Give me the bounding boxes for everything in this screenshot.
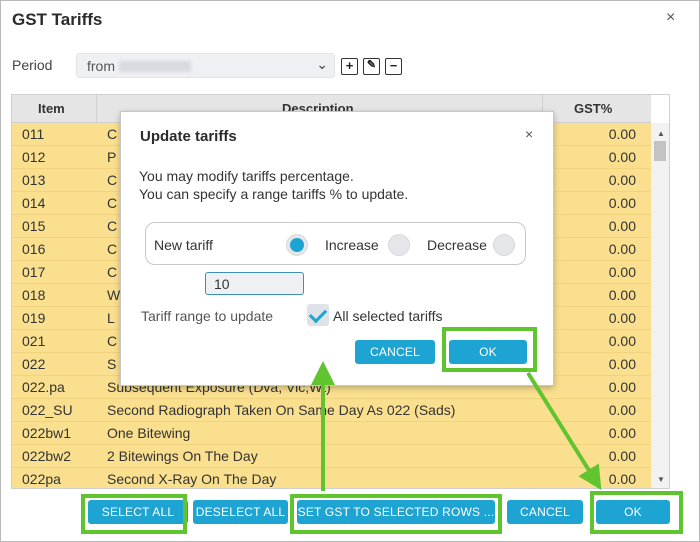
remove-icon[interactable]: − [385,58,402,75]
row-item-cell: 022.pa [22,379,65,395]
row-item-cell: 014 [22,195,46,211]
option-decrease-label: Decrease [427,237,487,253]
chevron-down-icon: ⌄ [316,56,328,72]
row-item-cell: 012 [22,149,46,165]
period-select[interactable]: from ⌄ [76,53,335,78]
radio-increase[interactable] [388,234,410,256]
dialog-description-2: You can specify a range tariffs % to upd… [139,186,409,202]
table-row[interactable]: 022bw1 One Bitewing 0.00 [12,422,651,445]
edit-icon[interactable]: ✎ [363,58,380,75]
row-gst-cell: 0.00 [608,172,636,188]
row-gst-cell: 0.00 [608,310,636,326]
row-description-cell: Second X-Ray On The Day [107,471,277,487]
gst-tariffs-window: GST Tariffs × Period from ⌄ + ✎ − Item D… [0,0,700,542]
deselect-all-button[interactable]: DESELECT ALL [193,500,288,524]
row-gst-cell: 0.00 [608,195,636,211]
row-item-cell: 022 [22,356,46,372]
row-item-cell: 016 [22,241,46,257]
period-label: Period [12,57,53,73]
row-item-cell: 011 [22,126,45,142]
row-gst-cell: 0.00 [608,218,636,234]
option-new-tariff-label: New tariff [154,237,213,253]
all-selected-label: All selected tariffs [333,308,443,324]
table-row[interactable]: 022_SU Second Radiograph Taken On Same Da… [12,399,651,422]
row-description-cell: C [107,126,118,142]
window-title: GST Tariffs [12,10,103,29]
grid-scrollbar[interactable]: ▲ ▼ [651,123,669,488]
row-description-cell: W [107,287,121,303]
cancel-button[interactable]: CANCEL [507,500,583,524]
row-item-cell: 018 [22,287,46,303]
row-description-cell: S [107,356,117,372]
all-selected-checkbox[interactable] [307,304,329,326]
row-item-cell: 019 [22,310,46,326]
row-item-cell: 022bw1 [22,425,72,441]
row-gst-cell: 0.00 [608,356,636,372]
row-gst-cell: 0.00 [608,333,636,349]
radio-decrease[interactable] [493,234,515,256]
tariff-value-input[interactable] [205,272,304,295]
row-item-cell: 022bw2 [22,448,72,464]
row-gst-cell: 0.00 [608,287,636,303]
row-item-cell: 021 [22,333,46,349]
tariff-mode-group: New tariff Increase Decrease [145,222,526,265]
row-item-cell: 015 [22,218,46,234]
row-gst-cell: 0.00 [608,241,636,257]
row-gst-cell: 0.00 [608,264,636,280]
table-row[interactable]: 022pa Second X-Ray On The Day 0.00 [12,468,651,488]
radio-new-tariff[interactable] [286,234,308,256]
row-description-cell: Second Radiograph Taken On Same Day As 0… [107,402,456,418]
dialog-close-icon[interactable]: × [525,126,533,142]
column-header-gst[interactable]: GST% [574,101,612,116]
row-description-cell: P [107,149,117,165]
row-description-cell: C [107,195,118,211]
scroll-up-icon[interactable]: ▲ [657,129,665,138]
row-gst-cell: 0.00 [608,149,636,165]
add-icon[interactable]: + [341,58,358,75]
row-gst-cell: 0.00 [608,126,636,142]
tariff-range-label: Tariff range to update [141,308,274,324]
column-header-item[interactable]: Item [38,101,65,116]
row-description-cell: C [107,333,118,349]
row-gst-cell: 0.00 [608,471,636,487]
highlight-set-gst [290,494,502,534]
row-description-cell: L [107,310,115,326]
highlight-dialog-ok [442,327,537,372]
row-item-cell: 017 [22,264,46,280]
option-increase-label: Increase [325,237,379,253]
row-description-cell: C [107,218,118,234]
row-gst-cell: 0.00 [608,379,636,395]
table-row[interactable]: 022bw2 2 Bitewings On The Day 0.00 [12,445,651,468]
row-gst-cell: 0.00 [608,448,636,464]
scroll-thumb[interactable] [654,141,666,161]
row-item-cell: 022pa [22,471,61,487]
row-description-cell: C [107,172,118,188]
highlight-select-all [81,494,187,534]
row-item-cell: 013 [22,172,46,188]
row-gst-cell: 0.00 [608,425,636,441]
dialog-cancel-button[interactable]: CANCEL [355,340,435,364]
row-description-cell: One Bitewing [107,425,191,441]
dialog-title: Update tariffs [140,128,237,145]
redacted-date [119,61,191,72]
highlight-ok [590,491,683,534]
row-description-cell: 2 Bitewings On The Day [107,448,258,464]
row-description-cell: C [107,241,118,257]
row-item-cell: 022_SU [22,402,73,418]
dialog-description-1: You may modify tariffs percentage. [139,168,354,184]
row-description-cell: C [107,264,118,280]
close-icon[interactable]: × [666,9,675,27]
row-gst-cell: 0.00 [608,402,636,418]
scroll-down-icon[interactable]: ▼ [657,475,665,484]
period-value: from [87,58,115,74]
